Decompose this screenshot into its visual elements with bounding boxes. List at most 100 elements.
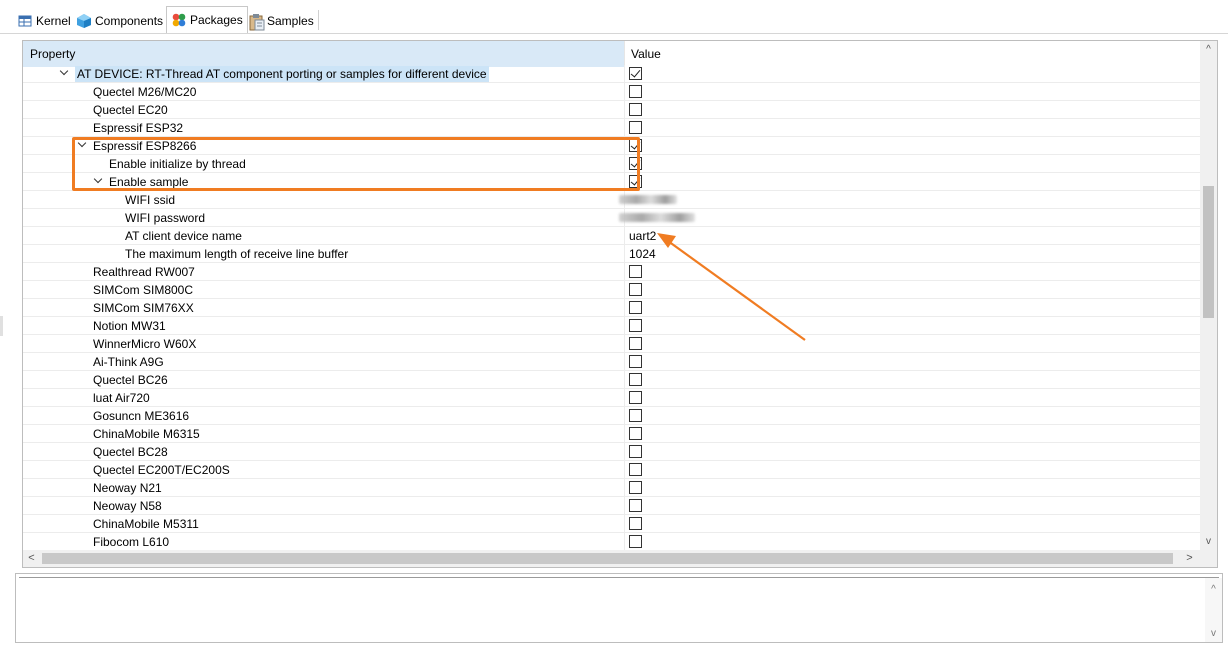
table-row[interactable]: Quectel EC20 xyxy=(23,100,1201,119)
value-checkbox[interactable] xyxy=(629,175,642,188)
chevron-down-icon[interactable] xyxy=(59,68,71,80)
value-checkbox[interactable] xyxy=(629,463,642,476)
table-row[interactable]: WIFI ssid xyxy=(23,190,1201,209)
horizontal-scrollbar[interactable]: < > xyxy=(23,550,1217,567)
property-cell[interactable]: Notion MW31 xyxy=(23,316,625,335)
value-cell[interactable]: 1024 xyxy=(625,245,656,263)
table-row[interactable]: Quectel M26/MC20 xyxy=(23,82,1201,101)
redacted-value[interactable] xyxy=(619,195,677,204)
property-cell[interactable]: luat Air720 xyxy=(23,388,625,407)
value-cell[interactable] xyxy=(625,389,642,407)
table-row[interactable]: Realthread RW007 xyxy=(23,262,1201,281)
scroll-up-icon[interactable]: ^ xyxy=(1205,584,1222,595)
value-cell[interactable] xyxy=(625,407,642,425)
value-checkbox[interactable] xyxy=(629,409,642,422)
table-row[interactable]: WIFI password xyxy=(23,208,1201,227)
table-row[interactable]: Fibocom L610 xyxy=(23,532,1201,551)
value-cell[interactable] xyxy=(625,425,642,443)
value-cell[interactable] xyxy=(625,479,642,497)
value-checkbox[interactable] xyxy=(629,445,642,458)
property-cell[interactable]: WinnerMicro W60X xyxy=(23,334,625,353)
value-checkbox[interactable] xyxy=(629,301,642,314)
value-checkbox[interactable] xyxy=(629,391,642,404)
scroll-up-icon[interactable]: ^ xyxy=(1200,41,1217,58)
table-row[interactable]: ChinaMobile M5311 xyxy=(23,514,1201,533)
table-row[interactable]: SIMCom SIM800C xyxy=(23,280,1201,299)
value-cell[interactable] xyxy=(619,191,677,209)
value-cell[interactable] xyxy=(625,281,642,299)
property-cell[interactable]: ChinaMobile M6315 xyxy=(23,424,625,443)
table-row[interactable]: SIMCom SIM76XX xyxy=(23,298,1201,317)
value-cell[interactable] xyxy=(625,317,642,335)
value-checkbox[interactable] xyxy=(629,283,642,296)
property-cell[interactable]: Enable initialize by thread xyxy=(23,154,625,173)
tab-kernel[interactable]: Kernel xyxy=(13,7,75,34)
table-row[interactable]: The maximum length of receive line buffe… xyxy=(23,244,1201,263)
value-checkbox[interactable] xyxy=(629,265,642,278)
property-cell[interactable]: Realthread RW007 xyxy=(23,262,625,281)
value-cell[interactable] xyxy=(625,371,642,389)
value-checkbox[interactable] xyxy=(629,481,642,494)
value-cell[interactable] xyxy=(625,137,642,155)
value-checkbox[interactable] xyxy=(629,499,642,512)
scroll-right-icon[interactable]: > xyxy=(1181,550,1198,567)
value-text[interactable]: uart2 xyxy=(629,229,656,243)
redacted-value[interactable] xyxy=(619,213,695,222)
horizontal-scroll-thumb[interactable] xyxy=(42,553,1173,564)
value-cell[interactable] xyxy=(625,497,642,515)
table-row[interactable]: ChinaMobile M6315 xyxy=(23,424,1201,443)
value-cell[interactable]: uart2 xyxy=(625,227,656,245)
property-cell[interactable]: WIFI ssid xyxy=(23,190,625,209)
chevron-down-icon[interactable] xyxy=(93,176,105,188)
value-cell[interactable] xyxy=(625,443,642,461)
scroll-down-icon[interactable]: v xyxy=(1200,533,1217,550)
value-cell[interactable] xyxy=(625,173,642,191)
property-cell[interactable]: Quectel EC20 xyxy=(23,100,625,119)
property-cell[interactable]: Enable sample xyxy=(23,172,625,191)
chevron-down-icon[interactable] xyxy=(77,140,89,152)
property-cell[interactable]: Quectel EC200T/EC200S xyxy=(23,460,625,479)
table-row[interactable]: AT DEVICE: RT-Thread AT component portin… xyxy=(23,64,1201,83)
scroll-down-icon[interactable]: v xyxy=(1205,628,1222,639)
table-row[interactable]: Notion MW31 xyxy=(23,316,1201,335)
table-row[interactable]: Quectel BC26 xyxy=(23,370,1201,389)
table-row[interactable]: WinnerMicro W60X xyxy=(23,334,1201,353)
table-row[interactable]: Enable sample xyxy=(23,172,1201,191)
value-checkbox[interactable] xyxy=(629,157,642,170)
value-checkbox[interactable] xyxy=(629,139,642,152)
property-cell[interactable]: AT client device name xyxy=(23,226,625,245)
table-row[interactable]: AT client device name uart2 xyxy=(23,226,1201,245)
value-checkbox[interactable] xyxy=(629,517,642,530)
scroll-left-icon[interactable]: < xyxy=(23,550,40,567)
value-cell[interactable] xyxy=(625,461,642,479)
value-cell[interactable] xyxy=(625,65,642,83)
table-row[interactable]: Quectel EC200T/EC200S xyxy=(23,460,1201,479)
property-cell[interactable]: Espressif ESP32 xyxy=(23,118,625,137)
table-row[interactable]: Quectel BC28 xyxy=(23,442,1201,461)
value-cell[interactable] xyxy=(625,119,642,137)
value-checkbox[interactable] xyxy=(629,373,642,386)
value-text[interactable]: 1024 xyxy=(629,247,656,261)
property-cell[interactable]: Quectel M26/MC20 xyxy=(23,82,625,101)
property-cell[interactable]: SIMCom SIM800C xyxy=(23,280,625,299)
table-row[interactable]: Ai-Think A9G xyxy=(23,352,1201,371)
table-row[interactable]: Espressif ESP32 xyxy=(23,118,1201,137)
vertical-scroll-thumb[interactable] xyxy=(1203,186,1214,318)
value-cell[interactable] xyxy=(625,299,642,317)
value-cell[interactable] xyxy=(625,155,642,173)
value-checkbox[interactable] xyxy=(629,355,642,368)
property-cell[interactable]: Gosuncn ME3616 xyxy=(23,406,625,425)
tab-samples[interactable]: Samples xyxy=(244,7,319,34)
value-cell[interactable] xyxy=(619,209,695,227)
property-cell[interactable]: Ai-Think A9G xyxy=(23,352,625,371)
table-row[interactable]: Gosuncn ME3616 xyxy=(23,406,1201,425)
property-cell[interactable]: SIMCom SIM76XX xyxy=(23,298,625,317)
value-checkbox[interactable] xyxy=(629,319,642,332)
table-row[interactable]: Enable initialize by thread xyxy=(23,154,1201,173)
value-cell[interactable] xyxy=(625,533,642,551)
table-row[interactable]: luat Air720 xyxy=(23,388,1201,407)
column-header-property[interactable]: Property xyxy=(23,41,625,67)
column-header-value[interactable]: Value xyxy=(625,41,661,67)
value-checkbox[interactable] xyxy=(629,535,642,548)
value-cell[interactable] xyxy=(625,515,642,533)
